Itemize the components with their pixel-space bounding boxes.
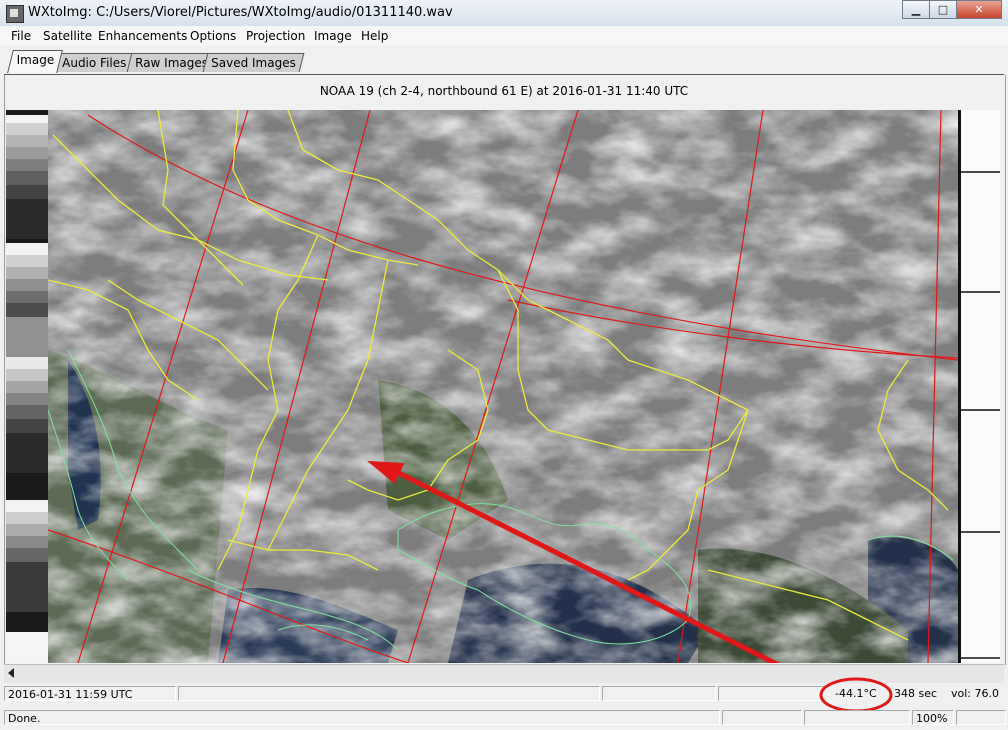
app-icon[interactable] bbox=[6, 5, 24, 23]
status-volume: vol: 76.0 bbox=[951, 687, 999, 700]
close-button[interactable]: ✕ bbox=[956, 0, 1002, 19]
status-field-empty-5 bbox=[804, 710, 910, 725]
tab-image[interactable]: Image bbox=[7, 50, 63, 73]
menu-bar: File Satellite Enhancements Options Proj… bbox=[0, 26, 1008, 46]
status-field-empty-3 bbox=[718, 686, 830, 701]
image-caption: NOAA 19 (ch 2-4, northbound 61 E) at 201… bbox=[319, 84, 689, 98]
menu-help[interactable]: Help bbox=[361, 29, 388, 43]
telemetry-strip-right bbox=[958, 110, 1000, 663]
tab-saved-images[interactable]: Saved Images bbox=[202, 53, 305, 72]
status-field-empty-4 bbox=[722, 710, 802, 725]
menu-file[interactable]: File bbox=[11, 29, 31, 43]
satellite-image[interactable] bbox=[48, 110, 958, 663]
tab-bar: Image Audio Files Raw Images Saved Image… bbox=[0, 47, 1008, 75]
cloud-cover bbox=[48, 110, 958, 663]
maximize-button[interactable]: □ bbox=[929, 0, 957, 19]
tab-audio-files[interactable]: Audio Files bbox=[53, 53, 135, 72]
status-duration: 348 sec bbox=[894, 687, 938, 700]
scroll-left-icon[interactable] bbox=[8, 668, 14, 678]
status-bar-bottom: Done. 100% bbox=[0, 708, 1008, 728]
status-field-empty-2 bbox=[602, 686, 716, 701]
status-field-empty-6 bbox=[956, 710, 1006, 725]
minimize-button[interactable]: ▁ bbox=[902, 0, 930, 19]
menu-options[interactable]: Options bbox=[190, 29, 236, 43]
status-zoom: 100% bbox=[912, 710, 954, 725]
telemetry-wedges bbox=[6, 115, 48, 663]
menu-enhancements[interactable]: Enhancements bbox=[98, 29, 187, 43]
menu-projection[interactable]: Projection bbox=[246, 29, 305, 43]
satellite-image-overlay bbox=[48, 110, 958, 663]
status-time: 2016-01-31 11:59 UTC bbox=[4, 686, 176, 701]
telemetry-markers bbox=[958, 110, 961, 663]
window-controls: ▁ □ ✕ bbox=[902, 0, 1002, 19]
menu-image[interactable]: Image bbox=[314, 29, 352, 43]
window-title: WXtoImg: C:/Users/Viorel/Pictures/WXtoIm… bbox=[28, 5, 453, 20]
menu-satellite[interactable]: Satellite bbox=[43, 29, 92, 43]
window-titlebar[interactable]: WXtoImg: C:/Users/Viorel/Pictures/WXtoIm… bbox=[0, 0, 1008, 27]
telemetry-strip-left bbox=[6, 110, 48, 663]
status-message: Done. bbox=[4, 710, 720, 725]
status-field-empty-1 bbox=[178, 686, 600, 701]
